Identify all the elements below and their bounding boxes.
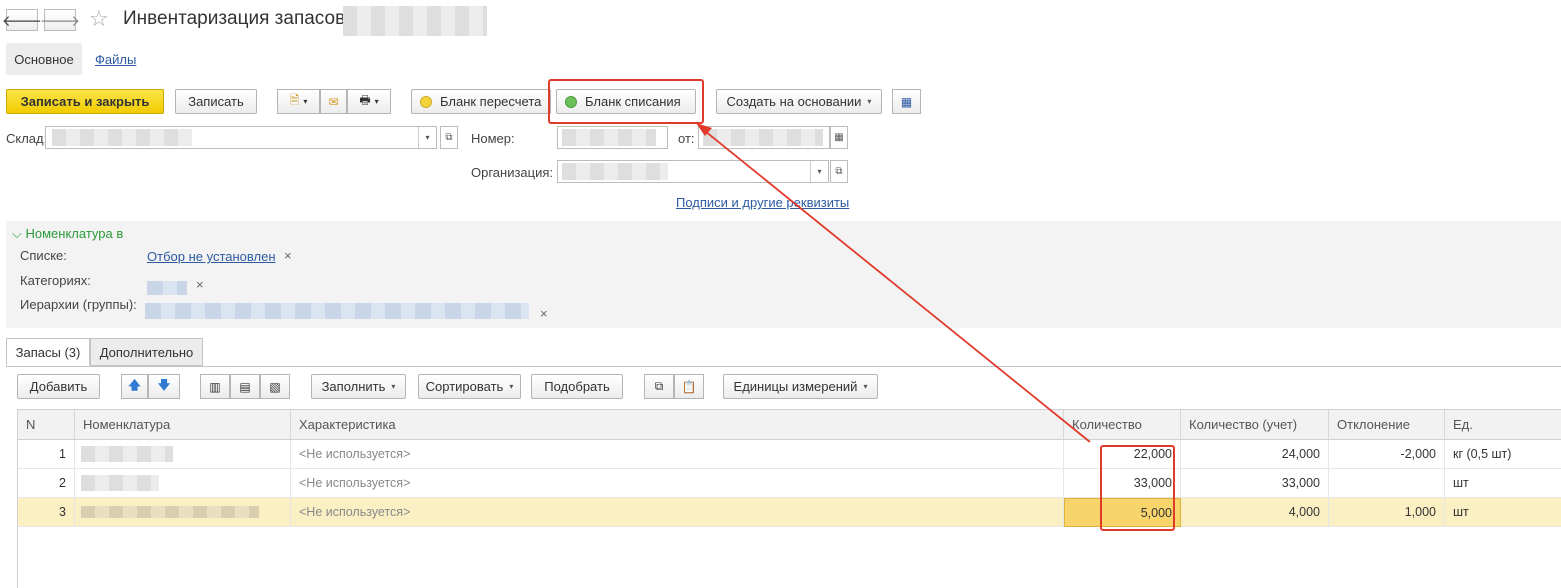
- annotation-arrow: [696, 123, 1091, 443]
